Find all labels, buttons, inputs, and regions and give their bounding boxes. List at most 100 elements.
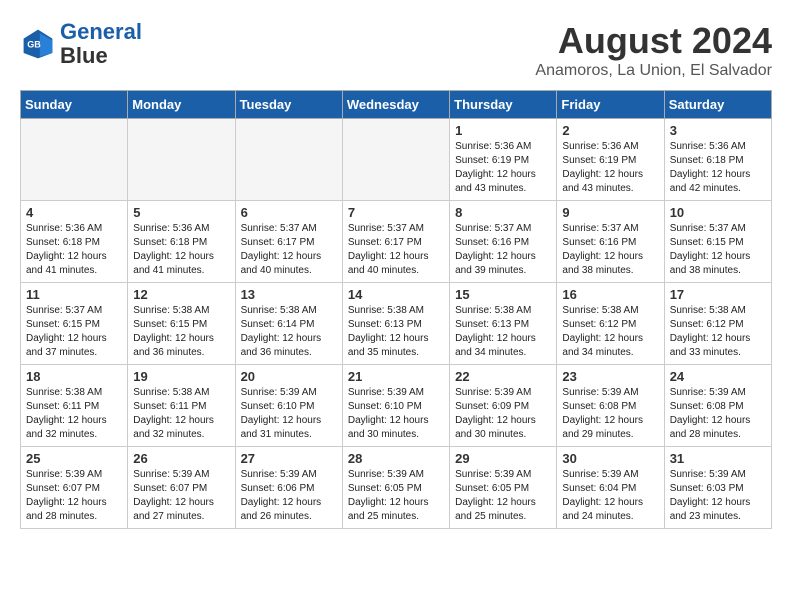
day-number: 31 — [670, 451, 766, 466]
logo-text: General Blue — [60, 20, 142, 68]
calendar-cell: 7 Sunrise: 5:37 AM Sunset: 6:17 PM Daylig… — [342, 201, 449, 283]
day-number: 17 — [670, 287, 766, 302]
day-info: Sunrise: 5:39 AM Sunset: 6:05 PM Dayligh… — [455, 468, 551, 524]
day-info: Sunrise: 5:37 AM Sunset: 6:16 PM Dayligh… — [562, 222, 658, 278]
day-header-saturday: Saturday — [664, 91, 771, 119]
logo: GB General Blue — [20, 20, 142, 68]
calendar-cell: 17Sunrise: 5:38 AM Sunset: 6:12 PM Dayli… — [664, 283, 771, 365]
month-year: August 2024 — [535, 20, 772, 62]
day-info: Sunrise: 5:39 AM Sunset: 6:04 PM Dayligh… — [562, 468, 658, 524]
calendar-cell: 28 Sunrise: 5:39 AM Sunset: 6:05 PM Dayli… — [342, 447, 449, 529]
day-info: Sunrise: 5:36 AM Sunset: 6:18 PM Dayligh… — [670, 140, 766, 196]
calendar-cell: 25 Sunrise: 5:39 AM Sunset: 6:07 PM Dayli… — [21, 447, 128, 529]
day-info: Sunrise: 5:39 AM Sunset: 6:08 PM Dayligh… — [562, 386, 658, 442]
calendar-cell: 23 Sunrise: 5:39 AM Sunset: 6:08 PM Dayli… — [557, 365, 664, 447]
calendar-header: SundayMondayTuesdayWednesdayThursdayFrid… — [21, 91, 772, 119]
calendar-cell: 3Sunrise: 5:36 AM Sunset: 6:18 PM Daylig… — [664, 119, 771, 201]
title-block: August 2024 Anamoros, La Union, El Salva… — [535, 20, 772, 80]
day-info: Sunrise: 5:36 AM Sunset: 6:18 PM Dayligh… — [133, 222, 229, 278]
day-number: 4 — [26, 205, 122, 220]
calendar-cell: 30 Sunrise: 5:39 AM Sunset: 6:04 PM Dayli… — [557, 447, 664, 529]
day-info: Sunrise: 5:39 AM Sunset: 6:07 PM Dayligh… — [133, 468, 229, 524]
day-info: Sunrise: 5:39 AM Sunset: 6:10 PM Dayligh… — [348, 386, 444, 442]
calendar-cell: 10 Sunrise: 5:37 AM Sunset: 6:15 PM Dayli… — [664, 201, 771, 283]
day-info: Sunrise: 5:36 AM Sunset: 6:18 PM Dayligh… — [26, 222, 122, 278]
day-info: Sunrise: 5:39 AM Sunset: 6:03 PM Dayligh… — [670, 468, 766, 524]
day-info: Sunrise: 5:39 AM Sunset: 6:06 PM Dayligh… — [241, 468, 337, 524]
day-info: Sunrise: 5:39 AM Sunset: 6:05 PM Dayligh… — [348, 468, 444, 524]
day-header-tuesday: Tuesday — [235, 91, 342, 119]
day-header-thursday: Thursday — [450, 91, 557, 119]
day-number: 11 — [26, 287, 122, 302]
location: Anamoros, La Union, El Salvador — [535, 62, 772, 80]
day-info: Sunrise: 5:37 AM Sunset: 6:15 PM Dayligh… — [26, 304, 122, 360]
day-header-row: SundayMondayTuesdayWednesdayThursdayFrid… — [21, 91, 772, 119]
calendar-cell — [235, 119, 342, 201]
day-number: 19 — [133, 369, 229, 384]
calendar-cell: 24 Sunrise: 5:39 AM Sunset: 6:08 PM Dayli… — [664, 365, 771, 447]
day-number: 5 — [133, 205, 229, 220]
page-header: GB General Blue August 2024 Anamoros, La… — [20, 20, 772, 80]
day-info: Sunrise: 5:37 AM Sunset: 6:17 PM Dayligh… — [348, 222, 444, 278]
day-number: 6 — [241, 205, 337, 220]
day-number: 26 — [133, 451, 229, 466]
day-info: Sunrise: 5:37 AM Sunset: 6:16 PM Dayligh… — [455, 222, 551, 278]
week-row-3: 11 Sunrise: 5:37 AM Sunset: 6:15 PM Dayli… — [21, 283, 772, 365]
calendar-cell: 29 Sunrise: 5:39 AM Sunset: 6:05 PM Dayli… — [450, 447, 557, 529]
day-number: 24 — [670, 369, 766, 384]
week-row-1: 1Sunrise: 5:36 AM Sunset: 6:19 PM Daylig… — [21, 119, 772, 201]
day-number: 30 — [562, 451, 658, 466]
calendar-cell: 19 Sunrise: 5:38 AM Sunset: 6:11 PM Dayli… — [128, 365, 235, 447]
day-info: Sunrise: 5:39 AM Sunset: 6:08 PM Dayligh… — [670, 386, 766, 442]
calendar-cell: 4 Sunrise: 5:36 AM Sunset: 6:18 PM Daylig… — [21, 201, 128, 283]
calendar-cell: 21Sunrise: 5:39 AM Sunset: 6:10 PM Dayli… — [342, 365, 449, 447]
day-number: 9 — [562, 205, 658, 220]
calendar-cell: 27 Sunrise: 5:39 AM Sunset: 6:06 PM Dayli… — [235, 447, 342, 529]
day-info: Sunrise: 5:38 AM Sunset: 6:13 PM Dayligh… — [348, 304, 444, 360]
day-number: 28 — [348, 451, 444, 466]
logo-icon: GB — [20, 26, 56, 62]
day-number: 13 — [241, 287, 337, 302]
day-info: Sunrise: 5:39 AM Sunset: 6:09 PM Dayligh… — [455, 386, 551, 442]
day-header-wednesday: Wednesday — [342, 91, 449, 119]
day-number: 1 — [455, 123, 551, 138]
calendar-cell — [342, 119, 449, 201]
day-number: 22 — [455, 369, 551, 384]
day-info: Sunrise: 5:38 AM Sunset: 6:11 PM Dayligh… — [133, 386, 229, 442]
day-number: 14 — [348, 287, 444, 302]
calendar-cell: 13 Sunrise: 5:38 AM Sunset: 6:14 PM Dayli… — [235, 283, 342, 365]
calendar-cell: 31 Sunrise: 5:39 AM Sunset: 6:03 PM Dayli… — [664, 447, 771, 529]
day-info: Sunrise: 5:38 AM Sunset: 6:12 PM Dayligh… — [562, 304, 658, 360]
day-number: 25 — [26, 451, 122, 466]
calendar-cell: 11 Sunrise: 5:37 AM Sunset: 6:15 PM Dayli… — [21, 283, 128, 365]
calendar-cell: 14 Sunrise: 5:38 AM Sunset: 6:13 PM Dayli… — [342, 283, 449, 365]
day-info: Sunrise: 5:38 AM Sunset: 6:13 PM Dayligh… — [455, 304, 551, 360]
calendar-cell — [128, 119, 235, 201]
calendar-cell: 26 Sunrise: 5:39 AM Sunset: 6:07 PM Dayli… — [128, 447, 235, 529]
calendar-table: SundayMondayTuesdayWednesdayThursdayFrid… — [20, 90, 772, 529]
day-info: Sunrise: 5:38 AM Sunset: 6:15 PM Dayligh… — [133, 304, 229, 360]
day-number: 12 — [133, 287, 229, 302]
day-number: 2 — [562, 123, 658, 138]
day-info: Sunrise: 5:37 AM Sunset: 6:15 PM Dayligh… — [670, 222, 766, 278]
day-info: Sunrise: 5:37 AM Sunset: 6:17 PM Dayligh… — [241, 222, 337, 278]
week-row-5: 25 Sunrise: 5:39 AM Sunset: 6:07 PM Dayli… — [21, 447, 772, 529]
week-row-4: 18Sunrise: 5:38 AM Sunset: 6:11 PM Dayli… — [21, 365, 772, 447]
calendar-cell: 20Sunrise: 5:39 AM Sunset: 6:10 PM Dayli… — [235, 365, 342, 447]
calendar-cell: 22 Sunrise: 5:39 AM Sunset: 6:09 PM Dayli… — [450, 365, 557, 447]
week-row-2: 4 Sunrise: 5:36 AM Sunset: 6:18 PM Daylig… — [21, 201, 772, 283]
calendar-cell: 2Sunrise: 5:36 AM Sunset: 6:19 PM Daylig… — [557, 119, 664, 201]
day-info: Sunrise: 5:38 AM Sunset: 6:14 PM Dayligh… — [241, 304, 337, 360]
day-number: 8 — [455, 205, 551, 220]
day-number: 15 — [455, 287, 551, 302]
day-number: 29 — [455, 451, 551, 466]
day-number: 27 — [241, 451, 337, 466]
day-number: 7 — [348, 205, 444, 220]
calendar-cell: 6 Sunrise: 5:37 AM Sunset: 6:17 PM Daylig… — [235, 201, 342, 283]
day-info: Sunrise: 5:38 AM Sunset: 6:11 PM Dayligh… — [26, 386, 122, 442]
day-number: 23 — [562, 369, 658, 384]
day-number: 16 — [562, 287, 658, 302]
day-info: Sunrise: 5:39 AM Sunset: 6:07 PM Dayligh… — [26, 468, 122, 524]
day-number: 10 — [670, 205, 766, 220]
svg-text:GB: GB — [27, 40, 41, 50]
